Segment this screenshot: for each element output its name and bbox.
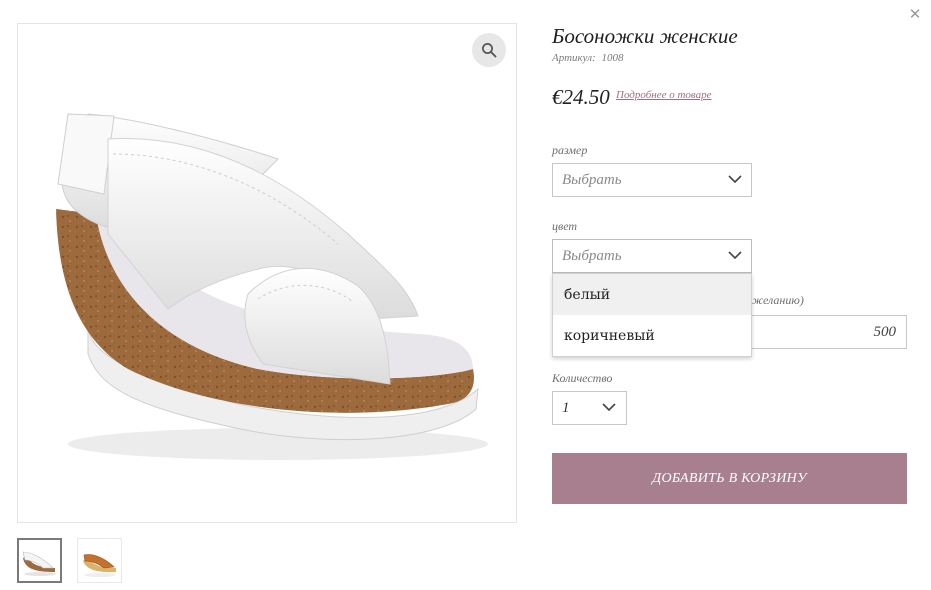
product-main-image[interactable] (17, 23, 517, 523)
price-field-label: желанию) (752, 293, 804, 307)
color-option-brown[interactable]: коричневый (553, 315, 751, 356)
sandal-illustration (56, 113, 488, 460)
size-label: размер (552, 143, 588, 157)
chevron-down-icon (728, 251, 742, 260)
thumbnail-brown-sandal[interactable] (77, 538, 122, 583)
close-button[interactable]: ✕ (907, 5, 923, 23)
color-select-value: Выбрать (562, 247, 622, 264)
quantity-select[interactable]: 1 (552, 391, 627, 425)
add-to-cart-button[interactable]: ДОБАВИТЬ В КОРЗИНУ (552, 453, 907, 504)
color-dropdown-list: белый коричневый (552, 273, 752, 357)
quantity-label: Количество (552, 371, 613, 385)
chevron-down-icon (728, 175, 742, 184)
size-select-value: Выбрать (562, 171, 622, 188)
quantity-value: 1 (562, 399, 570, 416)
product-sku: Артикул: 1008 (552, 52, 623, 64)
price-input[interactable]: 500 (740, 315, 907, 349)
color-select[interactable]: Выбрать (552, 239, 752, 273)
thumbnail-image (83, 554, 116, 577)
product-details-link[interactable]: Подробнее о товаре (616, 89, 712, 101)
magnifier-icon (482, 43, 497, 58)
sku-label: Артикул: (552, 52, 596, 64)
color-label: цвет (552, 219, 578, 233)
close-icon: ✕ (908, 5, 922, 23)
chevron-down-icon (602, 403, 616, 412)
product-price: €24.50 (552, 85, 610, 109)
thumbnail-image (22, 551, 56, 576)
color-option-white[interactable]: белый (553, 274, 751, 315)
zoom-button[interactable] (472, 33, 506, 67)
product-title: Босоножки женские (552, 24, 738, 48)
sku-value: 1008 (601, 52, 624, 64)
size-select[interactable]: Выбрать (552, 163, 752, 197)
thumbnail-white-sandal[interactable] (17, 538, 62, 583)
